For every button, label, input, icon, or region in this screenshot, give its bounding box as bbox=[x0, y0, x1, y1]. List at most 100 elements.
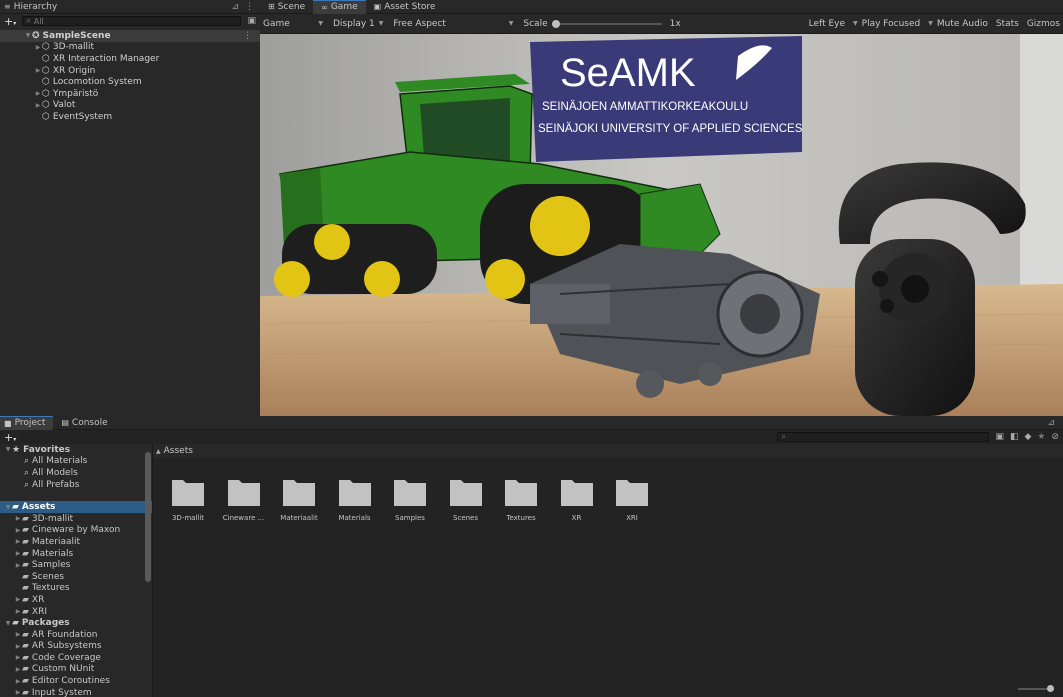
icon-size-slider[interactable] bbox=[1018, 685, 1054, 692]
hidden-packages-icon[interactable]: ⊘ bbox=[1051, 432, 1059, 442]
expand-right-icon[interactable]: ▶ bbox=[14, 596, 22, 603]
expand-right-icon[interactable]: ▶ bbox=[34, 67, 42, 74]
hierarchy-item[interactable]: ▶ ⬡ XR Origin bbox=[0, 65, 260, 77]
project-search-input[interactable]: ⌕ bbox=[777, 432, 990, 442]
hierarchy-search-input[interactable]: ⌕ All bbox=[22, 16, 242, 26]
asset-folder-item[interactable]: ▰ Scenes bbox=[0, 571, 152, 583]
stats-toggle[interactable]: Stats bbox=[996, 19, 1019, 29]
banner-line2: SEINÄJOKI UNIVERSITY OF APPLIED SCIENCES bbox=[538, 123, 803, 135]
tab-scene[interactable]: ⊞ Scene bbox=[260, 0, 313, 14]
sidebar-section-header[interactable]: ▼ ▰ Packages bbox=[0, 617, 152, 629]
expand-right-icon[interactable]: ▶ bbox=[14, 654, 22, 661]
tab-project[interactable]: ■ Project bbox=[0, 415, 54, 430]
expand-right-icon[interactable]: ▶ bbox=[14, 689, 22, 696]
expand-right-icon[interactable]: ▶ bbox=[14, 550, 22, 557]
sidebar-section-header[interactable]: ▼ ▰ Assets bbox=[0, 501, 152, 513]
display-dropdown[interactable]: Display 1 ▼ bbox=[333, 19, 383, 29]
hierarchy-item[interactable]: ▶ ⬡ 3D-mallit bbox=[0, 42, 260, 54]
asset-folder-item[interactable]: ▶ ▰ Cineware by Maxon bbox=[0, 525, 152, 537]
expand-right-icon[interactable]: ▶ bbox=[14, 608, 22, 615]
asset-grid-folder[interactable]: Textures bbox=[498, 476, 544, 522]
expand-right-icon[interactable]: ▶ bbox=[14, 631, 22, 638]
favorite-item[interactable]: ⌕ All Models bbox=[0, 467, 152, 479]
package-item[interactable]: ▶ ▰ Editor Coroutines bbox=[0, 675, 152, 687]
expand-right-icon[interactable]: ▶ bbox=[14, 515, 22, 522]
kebab-menu-icon[interactable]: ⋮ bbox=[245, 2, 254, 12]
package-item[interactable]: ▶ ▰ AR Foundation bbox=[0, 629, 152, 641]
asset-grid-folder[interactable]: XR bbox=[554, 476, 600, 522]
scene-menu-icon[interactable]: ⋮ bbox=[243, 31, 260, 41]
expand-down-icon[interactable]: ▼ bbox=[4, 504, 12, 511]
hierarchy-item[interactable]: ⬡ XR Interaction Manager bbox=[0, 53, 260, 65]
unity-scene-icon: ✪ bbox=[32, 30, 40, 41]
sidebar-section-header[interactable]: ▼ ★ Favorites bbox=[0, 444, 152, 456]
asset-grid-folder[interactable]: Materiaalit bbox=[276, 476, 322, 522]
asset-folder-item[interactable]: ▶ ▰ Materials bbox=[0, 548, 152, 560]
package-item[interactable]: ▶ ▰ Code Coverage bbox=[0, 652, 152, 664]
game-viewport[interactable]: SeAMK SEINÄJOEN AMMATTIKORKEAKOULU SEINÄ… bbox=[260, 34, 1063, 416]
scale-slider[interactable] bbox=[551, 19, 662, 28]
asset-grid-folder[interactable]: Samples bbox=[387, 476, 433, 522]
banner-line1: SEINÄJOEN AMMATTIKORKEAKOULU bbox=[542, 101, 748, 113]
hierarchy-item[interactable]: ▶ ⬡ Ympäristö bbox=[0, 88, 260, 100]
scene-row[interactable]: ▼ ✪ SampleScene ⋮ bbox=[0, 30, 260, 42]
breadcrumb-assets[interactable]: Assets bbox=[164, 446, 193, 456]
lock-icon[interactable]: ⊿ bbox=[231, 2, 239, 12]
star-icon[interactable]: ★ bbox=[1037, 432, 1045, 442]
package-item[interactable]: ▶ ▰ Custom NUnit bbox=[0, 664, 152, 676]
slider-handle[interactable] bbox=[551, 19, 560, 28]
asset-folder-item[interactable]: ▶ ▰ XR bbox=[0, 594, 152, 606]
scene-visibility-icon[interactable]: ▣ bbox=[247, 16, 256, 26]
expand-right-icon[interactable]: ▶ bbox=[34, 102, 42, 109]
asset-folder-item[interactable]: ▰ Textures bbox=[0, 583, 152, 595]
expand-right-icon[interactable]: ▶ bbox=[34, 44, 42, 51]
expand-right-icon[interactable]: ▶ bbox=[14, 666, 22, 673]
expand-down-icon[interactable]: ▼ bbox=[4, 446, 12, 453]
hierarchy-item[interactable]: ▶ ⬡ Valot bbox=[0, 100, 260, 112]
asset-folder-item[interactable]: ▶ ▰ Samples bbox=[0, 559, 152, 571]
eye-value: Left Eye bbox=[808, 18, 846, 29]
filter-icon[interactable]: ▣ bbox=[995, 432, 1004, 442]
type-filter-icon[interactable]: ◧ bbox=[1010, 432, 1019, 442]
asset-grid-folder[interactable]: Materials bbox=[332, 476, 378, 522]
expand-right-icon[interactable]: ▶ bbox=[14, 538, 22, 545]
asset-grid-folder[interactable]: Scenes bbox=[443, 476, 489, 522]
expand-down-icon[interactable]: ▼ bbox=[24, 32, 32, 39]
expand-right-icon[interactable]: ▶ bbox=[14, 562, 22, 569]
sidebar-scrollbar[interactable] bbox=[145, 452, 151, 582]
tab-hierarchy[interactable]: ≡ Hierarchy bbox=[0, 0, 65, 14]
package-item[interactable]: ▶ ▰ AR Subsystems bbox=[0, 641, 152, 653]
add-dropdown-button[interactable]: +▾ bbox=[4, 15, 16, 28]
expand-right-icon[interactable]: ▶ bbox=[34, 90, 42, 97]
create-dropdown-button[interactable]: +▾ bbox=[4, 431, 16, 444]
grid-icon: ⊞ bbox=[268, 2, 275, 11]
asset-folder-item[interactable]: ▶ ▰ Materiaalit bbox=[0, 536, 152, 548]
hierarchy-item[interactable]: ⬡ Locomotion System bbox=[0, 76, 260, 88]
tab-game[interactable]: ∞ Game bbox=[313, 0, 366, 14]
asset-folder-item[interactable]: ▶ ▰ 3D-mallit bbox=[0, 513, 152, 525]
asset-grid-folder[interactable]: 3D-mallit bbox=[165, 476, 211, 522]
favorite-item[interactable]: ⌕ All Materials bbox=[0, 456, 152, 468]
label-icon[interactable]: ◆ bbox=[1024, 432, 1031, 442]
tab-asset-store[interactable]: ▣ Asset Store bbox=[366, 0, 444, 14]
play-mode-dropdown[interactable]: ▼ Play Focused bbox=[853, 19, 920, 29]
expand-down-icon[interactable]: ▼ bbox=[4, 620, 12, 627]
eye-dropdown[interactable]: Left Eye bbox=[809, 19, 845, 29]
hierarchy-item[interactable]: ⬡ EventSystem bbox=[0, 111, 260, 123]
expand-right-icon[interactable]: ▶ bbox=[14, 643, 22, 650]
folder-open-icon: ▰ bbox=[12, 502, 19, 513]
display-mode-dropdown[interactable]: Game ▼ bbox=[263, 19, 323, 29]
asset-grid-folder[interactable]: Cineware ... bbox=[221, 476, 267, 522]
asset-folder-item[interactable]: ▶ ▰ XRI bbox=[0, 606, 152, 618]
asset-grid-folder[interactable]: XRI bbox=[609, 476, 655, 522]
expand-right-icon[interactable]: ▶ bbox=[14, 527, 22, 534]
mute-audio-toggle[interactable]: ▼ Mute Audio bbox=[928, 19, 988, 29]
package-item[interactable]: ▶ ▰ Input System bbox=[0, 687, 152, 697]
lock-icon[interactable]: ⊿ bbox=[1047, 418, 1063, 428]
favorite-item[interactable]: ⌕ All Prefabs bbox=[0, 479, 152, 491]
slider-handle[interactable] bbox=[1047, 685, 1054, 692]
gizmos-toggle[interactable]: Gizmos bbox=[1027, 19, 1060, 29]
expand-right-icon[interactable]: ▶ bbox=[14, 678, 22, 685]
aspect-dropdown[interactable]: Free Aspect ▼ bbox=[393, 19, 513, 29]
tab-console[interactable]: ▤ Console bbox=[53, 416, 115, 430]
